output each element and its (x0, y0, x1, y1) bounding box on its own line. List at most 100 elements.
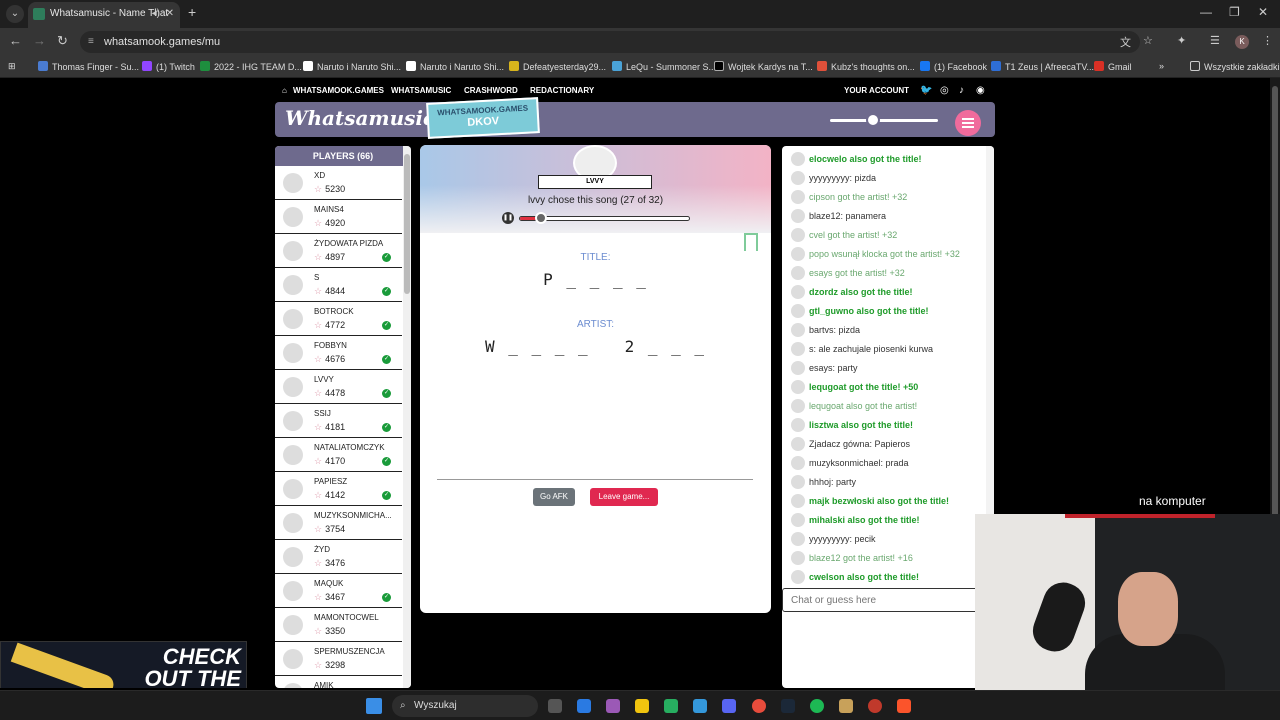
player-avatar (283, 683, 303, 688)
task-view-icon[interactable] (548, 699, 562, 713)
player-row[interactable]: MAINS4 ☆ 4920 (275, 200, 402, 234)
player-row[interactable]: AMIK☆ (275, 676, 402, 688)
close-window-icon[interactable]: ✕ (1258, 5, 1268, 19)
reading-list-icon[interactable]: ☰ (1210, 34, 1220, 47)
discord-icon[interactable] (722, 699, 736, 713)
leave-game-button[interactable]: Leave game... (590, 488, 658, 506)
player-row[interactable]: S ☆ 4844 ✓ (275, 268, 402, 302)
home-icon[interactable]: ⌂ (282, 86, 287, 95)
bookmark-item[interactable]: Naruto i Naruto Shi... (406, 61, 504, 72)
file-explorer-icon[interactable] (635, 699, 649, 713)
new-tab-icon[interactable]: + (188, 4, 196, 20)
all-bookmarks-folder[interactable]: Wszystkie zakładki (1190, 61, 1280, 72)
chat-avatar (791, 418, 805, 432)
translate-icon[interactable]: 文 (1120, 34, 1131, 50)
more-bookmarks-icon[interactable]: » (1159, 61, 1164, 71)
player-row[interactable]: FOBBYN ☆ 4676 ✓ (275, 336, 402, 370)
minimize-icon[interactable]: — (1200, 5, 1212, 19)
player-row[interactable]: MAQUK ☆ 3467 ✓ (275, 574, 402, 608)
player-row[interactable]: XD ☆ 5230 (275, 166, 402, 200)
bookmark-item[interactable]: Kubz's thoughts on... (817, 61, 915, 72)
player-row[interactable]: PAPIESZ ☆ 4142 ✓ (275, 472, 402, 506)
player-avatar (283, 207, 303, 227)
divider (437, 479, 753, 480)
mute-icon[interactable]: ◂) (152, 2, 160, 26)
brave-icon[interactable] (897, 699, 911, 713)
player-row[interactable]: ŻYDOWATA PIZDA ☆ 4897 ✓ (275, 234, 402, 268)
nav-redactionary[interactable]: REDACTIONARY (530, 86, 594, 95)
bookmark-item[interactable]: 2022 - IHG TEAM D... (200, 61, 302, 72)
apps-icon[interactable]: ⊞ (8, 61, 16, 72)
player-row[interactable]: MAMONTOCWEL ☆ 3350 (275, 608, 402, 642)
profile-avatar[interactable]: K (1235, 35, 1249, 49)
browser-menu-icon[interactable]: ⋮ (1262, 34, 1273, 47)
bookmark-item[interactable]: T1 Zeus | AfreecaTV... (991, 61, 1094, 72)
app-icon[interactable] (606, 699, 620, 713)
steam-icon[interactable] (781, 699, 795, 713)
twitter-icon[interactable]: 🐦 (920, 85, 932, 96)
tiktok-icon[interactable]: ♪ (959, 85, 964, 96)
app-icon[interactable] (868, 699, 882, 713)
site-info-icon[interactable]: ≡ (88, 31, 94, 53)
bookmark-item[interactable]: Gmail (1094, 61, 1132, 72)
check-icon: ✓ (382, 457, 391, 466)
discord-icon[interactable]: ◉ (976, 85, 985, 96)
bookmark-item[interactable]: (1) Facebook (920, 61, 987, 72)
player-row[interactable]: SPERMUSZENCJA ☆ 3298 (275, 642, 402, 676)
site-logo[interactable]: Whatsamusic (285, 106, 435, 130)
check-icon: ✓ (382, 389, 391, 398)
forward-icon[interactable]: → (33, 33, 46, 48)
bookmark-item[interactable]: Defeatyesterday29... (509, 61, 606, 72)
song-progress-bar (519, 212, 690, 224)
player-row[interactable]: BOTROCK ☆ 4772 ✓ (275, 302, 402, 336)
star-icon: ☆ (314, 422, 323, 432)
app-icon[interactable] (577, 699, 591, 713)
bookmark-item[interactable]: Wojtek Kardys na T... (714, 61, 813, 72)
reload-icon[interactable]: ↻ (57, 33, 68, 49)
volume-slider[interactable] (830, 113, 938, 127)
extensions-icon[interactable]: ✦ (1177, 34, 1186, 47)
maximize-icon[interactable]: ❐ (1229, 5, 1240, 19)
back-icon[interactable]: ← (9, 33, 22, 48)
menu-button[interactable] (955, 110, 981, 136)
player-score: ☆ 4920 (314, 218, 346, 228)
app-icon[interactable] (693, 699, 707, 713)
bookmark-item[interactable]: Naruto i Naruto Shi... (303, 61, 401, 72)
app-icon[interactable] (839, 699, 853, 713)
browser-tab[interactable]: Whatsamusic - Name That ◂) ✕ (28, 2, 180, 28)
url-field[interactable]: ≡ whatsamook.games/mu (80, 31, 1140, 53)
pause-button[interactable]: ❚❚ (502, 212, 514, 224)
star-icon: ☆ (314, 456, 323, 466)
nav-whatsamusic[interactable]: WHATSAMUSIC (391, 86, 451, 95)
room-badge: WHATSAMOOK.GAMES DKOV (426, 97, 540, 139)
instagram-icon[interactable]: ◎ (940, 85, 949, 96)
bookmark-item[interactable]: LeQu - Summoner S... (612, 61, 716, 72)
player-row[interactable]: ŻYD ☆ 3476 (275, 540, 402, 574)
star-icon[interactable]: ☆ (1143, 34, 1153, 47)
taskbar-search[interactable]: ⌕ Wyszukaj (392, 695, 538, 717)
nav-whatsamook[interactable]: WHATSAMOOK.GAMES (293, 86, 384, 95)
player-row[interactable]: SSIJ ☆ 4181 ✓ (275, 404, 402, 438)
bookmark-icon[interactable] (744, 233, 758, 251)
players-scrollbar[interactable] (403, 146, 411, 688)
volume-handle[interactable] (865, 113, 880, 127)
bookmark-item[interactable]: (1) Twitch (142, 61, 195, 72)
player-row[interactable]: LVVY ☆ 4478 ✓ (275, 370, 402, 404)
tab-search-icon[interactable]: ⌄ (6, 5, 24, 23)
your-account-link[interactable]: YOUR ACCOUNT (844, 86, 909, 95)
nav-crashword[interactable]: CRASHWORD (464, 86, 518, 95)
players-title: PLAYERS (66) (275, 146, 411, 166)
chat-avatar (791, 532, 805, 546)
go-afk-button[interactable]: Go AFK (533, 488, 575, 506)
store-icon[interactable] (664, 699, 678, 713)
close-tab-icon[interactable]: ✕ (166, 2, 174, 26)
windows-start-icon[interactable] (366, 698, 382, 714)
chat-input[interactable] (782, 588, 994, 612)
player-row[interactable]: NATALIATOMCZYK ☆ 4170 ✓ (275, 438, 402, 472)
player-name: NATALIATOMCZYK (314, 443, 385, 452)
player-row[interactable]: MUZYKSONMICHA... ☆ 3754 (275, 506, 402, 540)
chrome-icon[interactable] (752, 699, 766, 713)
windows-taskbar: ⌕ Wyszukaj (0, 690, 1280, 720)
spotify-icon[interactable] (810, 699, 824, 713)
bookmark-item[interactable]: Thomas Finger - Su... (38, 61, 139, 72)
